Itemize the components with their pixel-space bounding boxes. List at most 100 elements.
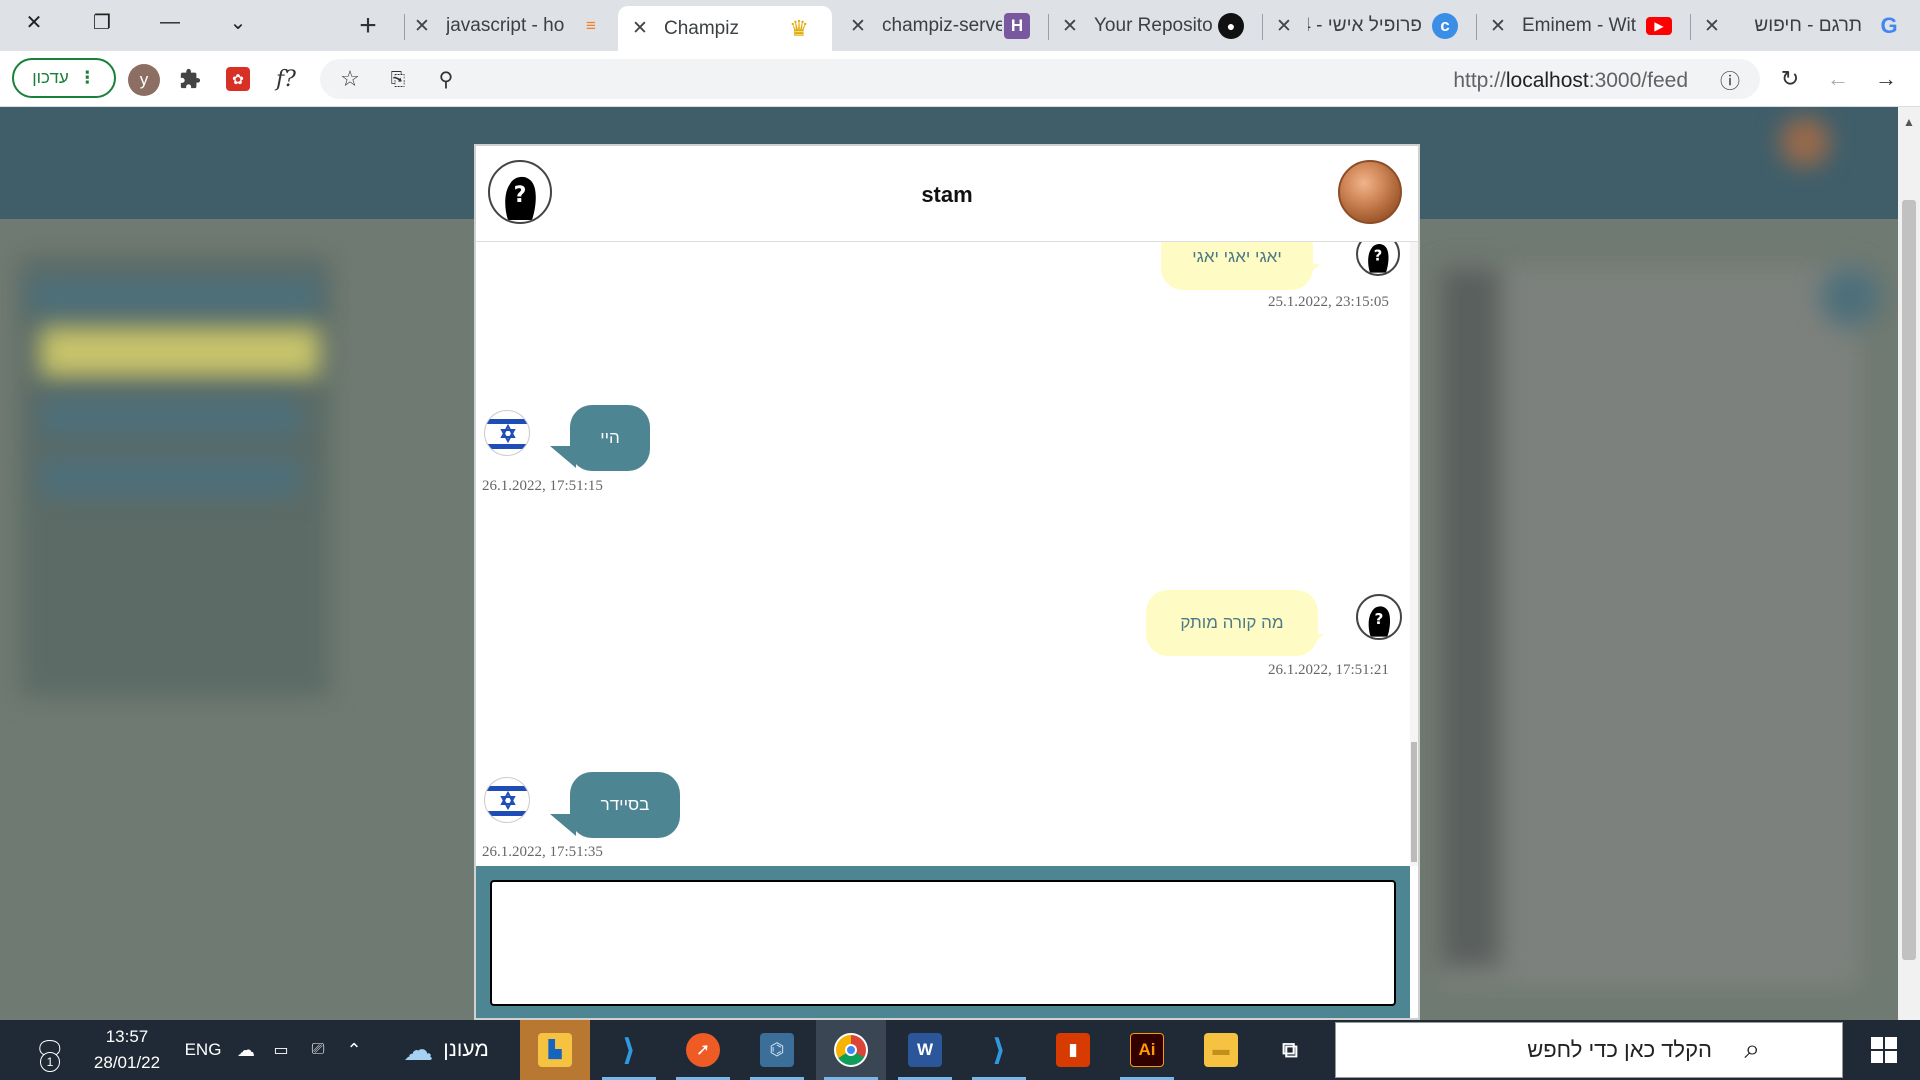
chevron-up-icon[interactable]: ⌃	[340, 1020, 368, 1080]
stackoverflow-icon: ≡	[586, 16, 596, 35]
windows-taskbar: 🗨︎ 1 13:57 28/01/22 ENG ☁ ▭ ⎚ ⌃ ☁ מעונן …	[0, 1020, 1920, 1080]
chrome-app[interactable]	[816, 1020, 886, 1080]
search-icon: ⌕	[1744, 1033, 1760, 1064]
notification-center-icon[interactable]: 🗨︎ 1	[28, 1020, 72, 1080]
office-app[interactable]: ▮	[1038, 1020, 1108, 1080]
postman-app[interactable]: ➚	[668, 1020, 738, 1080]
message-bubble-theirs: היי	[570, 405, 650, 471]
close-tab-icon[interactable]: ✕	[1700, 15, 1724, 38]
taskbar-search-box[interactable]: הקלד כאן כדי לחפש ⌕	[1335, 1022, 1843, 1078]
restore-window-button[interactable]: ❐	[70, 0, 134, 44]
message-timestamp: 25.1.2022, 23:15:05	[1268, 294, 1389, 310]
vscode-icon: ⟩	[622, 1033, 636, 1067]
chat-window: ? stam יאגי יאגי יאגי ? 25.1.2022, 23:15…	[474, 144, 1420, 1020]
vscode-app[interactable]: ⟩	[594, 1020, 664, 1080]
tab-github[interactable]: ✕ Your Repositor ●	[1058, 6, 1258, 46]
svg-text:?: ?	[1375, 610, 1384, 628]
chat-scroll-thumb[interactable]	[1411, 742, 1417, 862]
message-bubble-theirs: בסיידר	[570, 772, 680, 838]
tab-personal-profile[interactable]: ✕ פרופיל אישי - 4 c	[1272, 6, 1472, 46]
circle-c-icon: c	[1432, 13, 1458, 39]
svg-text:?: ?	[1374, 248, 1383, 265]
profile-avatar[interactable]: y	[128, 64, 160, 96]
crown-icon: ♛	[789, 15, 809, 41]
israel-flag-avatar[interactable]	[484, 777, 530, 823]
sender-avatar-unknown[interactable]: ?	[1356, 242, 1400, 276]
forward-arrow-icon[interactable]: →	[1870, 63, 1902, 95]
url-text: http://localhost:3000/feed	[1453, 69, 1688, 92]
github-icon: ●	[1218, 13, 1244, 39]
browser-toolbar: עדכון ⋮ y ✿ f? ☆ ⎘ ⚲ http://localhost:30…	[0, 51, 1920, 107]
vscode-app-2[interactable]: ⟩	[964, 1020, 1034, 1080]
illustrator-icon: Ai	[1130, 1033, 1164, 1067]
reload-icon[interactable]: ↻	[1774, 63, 1806, 95]
address-bar[interactable]: ☆ ⎘ ⚲ http://localhost:3000/feed ⓘ	[320, 59, 1760, 99]
tab-champiz[interactable]: ✕ Champiz ♛	[618, 6, 832, 51]
tab-google-translate[interactable]: ✕ תרגם - חיפוש G	[1700, 6, 1910, 46]
word-app[interactable]: W	[890, 1020, 960, 1080]
battery-icon[interactable]: ▭	[264, 1020, 298, 1080]
cloud-icon: ☁	[403, 1033, 434, 1067]
message-list[interactable]: יאגי יאגי יאגי ? 25.1.2022, 23:15:05 היי…	[476, 242, 1410, 866]
send-to-devices-icon[interactable]: ⎘	[382, 63, 414, 95]
tab-strip: ✕ ❐ — ⌄ + ✕ javascript - ho ≡ ✕ Champiz …	[0, 0, 1920, 51]
language-indicator[interactable]: ENG	[178, 1020, 228, 1080]
scroll-up-icon[interactable]: ▲	[1903, 115, 1915, 129]
update-browser-button[interactable]: עדכון ⋮	[12, 58, 116, 98]
site-info-icon[interactable]: ⓘ	[1714, 63, 1746, 95]
scroll-thumb[interactable]	[1902, 200, 1916, 960]
chat-scrollbar[interactable]	[1410, 242, 1418, 866]
tab-stackoverflow[interactable]: ✕ javascript - ho ≡	[410, 6, 610, 46]
folder-app[interactable]: ▬	[1186, 1020, 1256, 1080]
weather-widget[interactable]: ☁ מעונן	[386, 1020, 506, 1080]
mysql-workbench-icon: ⌬	[760, 1033, 794, 1067]
close-tab-icon[interactable]: ✕	[1058, 15, 1082, 38]
task-view-icon: ⧉	[1282, 1037, 1298, 1062]
formula-extension-icon[interactable]: f?	[270, 63, 302, 95]
tab-youtube[interactable]: ✕ Eminem - With ▶	[1486, 6, 1686, 46]
extension-red-icon[interactable]: ✿	[222, 63, 254, 95]
sender-avatar-unknown[interactable]: ?	[1356, 594, 1402, 640]
tab-heroku[interactable]: ✕ champiz-serve H	[846, 6, 1046, 46]
israel-flag-avatar[interactable]	[484, 410, 530, 456]
file-explorer-icon: ▙	[538, 1033, 572, 1067]
heroku-icon: H	[1004, 13, 1030, 39]
clock[interactable]: 13:57 28/01/22	[84, 1020, 170, 1080]
onedrive-icon[interactable]: ☁	[232, 1020, 260, 1080]
chat-header: ? stam	[476, 146, 1418, 242]
file-explorer-app[interactable]: ▙	[520, 1020, 590, 1080]
close-tab-icon[interactable]: ✕	[1486, 15, 1510, 38]
close-tab-icon[interactable]: ✕	[410, 15, 434, 38]
message-timestamp: 26.1.2022, 17:51:21	[1268, 662, 1389, 678]
tab-search-button[interactable]: ⌄	[206, 0, 270, 44]
close-window-button[interactable]: ✕	[2, 0, 66, 44]
camera-icon[interactable]: ⎚	[304, 1020, 332, 1080]
page-scrollbar[interactable]: ▲	[1898, 107, 1920, 1020]
google-icon: G	[1880, 13, 1898, 38]
mysql-workbench-app[interactable]: ⌬	[742, 1020, 812, 1080]
new-tab-button[interactable]: +	[350, 8, 386, 44]
minimize-window-button[interactable]: —	[138, 0, 202, 44]
message-input[interactable]	[490, 880, 1396, 1006]
bookmark-star-icon[interactable]: ☆	[334, 63, 366, 95]
youtube-icon: ▶	[1646, 17, 1672, 35]
close-tab-icon[interactable]: ✕	[628, 17, 652, 40]
message-bubble-mine: יאגי יאגי יאגי	[1161, 242, 1313, 290]
postman-icon: ➚	[686, 1033, 720, 1067]
message-timestamp: 26.1.2022, 17:51:15	[482, 478, 603, 494]
extensions-icon[interactable]	[174, 63, 206, 95]
message-composer	[476, 866, 1410, 1018]
message-bubble-mine: מה קורה מותק	[1146, 590, 1318, 656]
office-icon: ▮	[1056, 1033, 1090, 1067]
folder-icon: ▬	[1204, 1033, 1238, 1067]
task-view-button[interactable]: ⧉	[1260, 1020, 1320, 1080]
start-button[interactable]	[1854, 1020, 1914, 1080]
zoom-icon[interactable]: ⚲	[430, 63, 462, 95]
close-tab-icon[interactable]: ✕	[1272, 15, 1296, 38]
vscode-icon: ⟩	[992, 1033, 1006, 1067]
back-arrow-icon[interactable]: ←	[1822, 63, 1854, 95]
windows-logo-icon	[1871, 1037, 1897, 1063]
close-tab-icon[interactable]: ✕	[846, 15, 870, 38]
coin-badge-icon[interactable]	[1338, 160, 1402, 224]
illustrator-app[interactable]: Ai	[1112, 1020, 1182, 1080]
